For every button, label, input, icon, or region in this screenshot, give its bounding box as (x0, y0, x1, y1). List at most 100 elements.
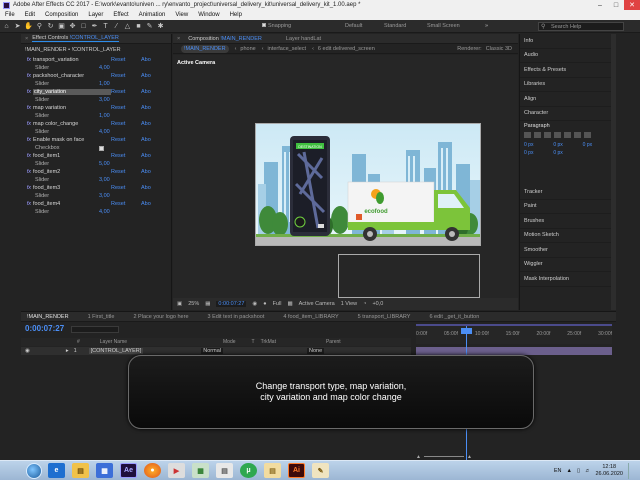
menu-composition[interactable]: Composition (40, 12, 83, 18)
zoom-slider[interactable] (423, 456, 464, 457)
menu-layer[interactable]: Layer (83, 12, 108, 18)
align-right-icon[interactable] (544, 132, 551, 138)
panel-align[interactable]: Align (520, 92, 616, 107)
effect-value[interactable]: 1,00 (99, 81, 110, 87)
panel-paragraph-title[interactable]: Paragraph (524, 123, 612, 129)
effect-reset-link[interactable]: Reset (111, 121, 141, 127)
region-of-interest-icon[interactable]: ▣ (177, 301, 182, 307)
media-player-icon[interactable]: ▶ (168, 463, 185, 478)
effect-reset-link[interactable]: Reset (111, 185, 141, 191)
file-explorer-icon[interactable]: ▤ (72, 463, 89, 478)
snapping-checkbox[interactable] (262, 23, 266, 27)
menu-view[interactable]: View (170, 12, 193, 18)
effect-value[interactable]: 4,00 (99, 209, 110, 215)
snapshot-icon[interactable]: ◉ (252, 301, 257, 307)
stamp-tool-icon[interactable]: △ (123, 22, 132, 31)
workspace-standard[interactable]: Standard (384, 23, 406, 29)
fx-icon[interactable]: fx (21, 89, 31, 95)
effect-about-link[interactable]: Abo (141, 153, 151, 159)
effect-row[interactable]: fx map color_change Reset Abo (21, 120, 171, 128)
timeline-tab-get-it-button[interactable]: 6 edit _get_it_button (423, 314, 492, 320)
snapping-toggle[interactable]: Snapping (262, 23, 291, 29)
camera-select[interactable]: Active Camera (299, 301, 335, 307)
effect-about-link[interactable]: Abo (141, 57, 151, 63)
effect-value[interactable]: 5,00 (99, 161, 110, 167)
crumb-interface-select[interactable]: interface_select (268, 46, 307, 52)
tab-composition[interactable]: Composition !MAIN_RENDER (188, 36, 262, 42)
renderer-value[interactable]: Classic 3D (486, 46, 512, 52)
exposure-icon[interactable]: ◔ (363, 301, 366, 307)
folder-icon[interactable]: ▤ (264, 463, 281, 478)
panel-mask-interpolation[interactable]: Mask Interpolation (520, 272, 616, 287)
effect-row[interactable]: fx food_item2 Reset Abo (21, 168, 171, 176)
effect-reset-link[interactable]: Reset (111, 105, 141, 111)
composition-viewer[interactable]: Active Camera DESTINATION ecofood (173, 55, 518, 298)
visibility-eye-icon[interactable]: ◉ (25, 348, 30, 354)
effect-reset-link[interactable]: Reset (111, 169, 141, 175)
clock[interactable]: 12:18 26.06.2020 (595, 464, 623, 478)
pen-tool-icon[interactable]: ✒ (90, 22, 99, 31)
effect-name[interactable]: food_item2 (33, 169, 111, 175)
selection-tool-icon[interactable]: ➤ (13, 22, 22, 31)
rectangle-tool-icon[interactable]: □ (79, 22, 88, 31)
panel-motion-sketch[interactable]: Motion Sketch (520, 229, 616, 243)
color-channel-icon[interactable]: ● (263, 301, 266, 307)
exposure-value[interactable]: +0,0 (372, 301, 383, 307)
zoom-in-icon[interactable]: ▲ (467, 454, 472, 460)
maximize-icon[interactable]: □ (608, 0, 624, 10)
save-disk-icon[interactable]: ▦ (96, 463, 113, 478)
justify-right-icon[interactable] (574, 132, 581, 138)
volume-icon[interactable]: ♬ (585, 468, 591, 474)
fx-icon[interactable]: fx (21, 185, 31, 191)
views-select[interactable]: 1 View (341, 301, 357, 307)
panel-effects-presets[interactable]: Effects & Presets (520, 63, 616, 78)
layer-parent-select[interactable]: None (307, 348, 325, 354)
fast-preview-icon[interactable]: ▩ (287, 301, 292, 307)
roto-tool-icon[interactable]: ✎ (145, 22, 154, 31)
effect-reset-link[interactable]: Reset (111, 73, 141, 79)
timeline-tab-edit-text[interactable]: 3 Edit text in packshoot (202, 314, 278, 320)
fx-icon[interactable]: fx (21, 121, 31, 127)
menu-help[interactable]: Help (225, 12, 247, 18)
effect-value[interactable]: 3,00 (99, 97, 110, 103)
indent-right-value[interactable]: 0 px (553, 142, 582, 148)
home-icon[interactable]: ⌂ (2, 22, 11, 31)
first-line-indent-value[interactable]: 0 px (583, 142, 612, 148)
effect-reset-link[interactable]: Reset (111, 201, 141, 207)
tab-effect-controls[interactable]: Effect Controls !CONTROL_LAYER (32, 35, 119, 42)
effect-reset-link[interactable]: Reset (111, 57, 141, 63)
firefox-icon[interactable]: ● (144, 463, 161, 478)
menu-animation[interactable]: Animation (134, 12, 171, 18)
panel-libraries[interactable]: Libraries (520, 78, 616, 92)
effect-about-link[interactable]: Abo (141, 121, 151, 127)
effect-about-link[interactable]: Abo (141, 185, 151, 191)
effect-about-link[interactable]: Abo (141, 201, 151, 207)
effect-row[interactable]: fx packshoot_character Reset Abo (21, 72, 171, 80)
current-time-field[interactable]: 0:00:07:27 (216, 301, 247, 307)
effect-about-link[interactable]: Abo (141, 105, 151, 111)
rotate-tool-icon[interactable]: ↻ (46, 22, 55, 31)
time-ruler[interactable]: 0:00f 05:00f 10:00f 15:00f 20:00f 25:00f… (416, 326, 612, 344)
timeline-tab-place-logo[interactable]: 2 Place your logo here (127, 314, 201, 320)
zoom-tool-icon[interactable]: ⚲ (35, 22, 44, 31)
effect-reset-link[interactable]: Reset (111, 137, 141, 143)
utorrent-icon[interactable]: μ (240, 463, 257, 478)
timeline-tab-main-render[interactable]: !MAIN_RENDER (21, 314, 82, 320)
workspace-more-icon[interactable]: » (485, 23, 488, 29)
show-desktop-button[interactable] (628, 463, 636, 479)
resolution-select[interactable]: Full (273, 301, 282, 307)
effect-row[interactable]: fx map variation Reset Abo (21, 104, 171, 112)
panel-info[interactable]: Info (520, 34, 616, 49)
effect-row[interactable]: fx Enable mask on face Reset Abo (21, 136, 171, 144)
effect-name[interactable]: map variation (33, 105, 111, 111)
effect-row[interactable]: fx food_item1 Reset Abo (21, 152, 171, 160)
space-before-value[interactable]: 0 px (524, 150, 553, 156)
justify-all-icon[interactable] (584, 132, 591, 138)
effect-row[interactable]: fx food_item4 Reset Abo (21, 200, 171, 208)
effect-name[interactable]: food_item4 (33, 201, 111, 207)
align-center-icon[interactable] (534, 132, 541, 138)
network-icon[interactable]: ▯ (577, 468, 580, 474)
effect-value[interactable]: 1,00 (99, 113, 110, 119)
type-tool-icon[interactable]: T (101, 22, 110, 31)
right-panel-scrollbar[interactable] (611, 34, 616, 310)
